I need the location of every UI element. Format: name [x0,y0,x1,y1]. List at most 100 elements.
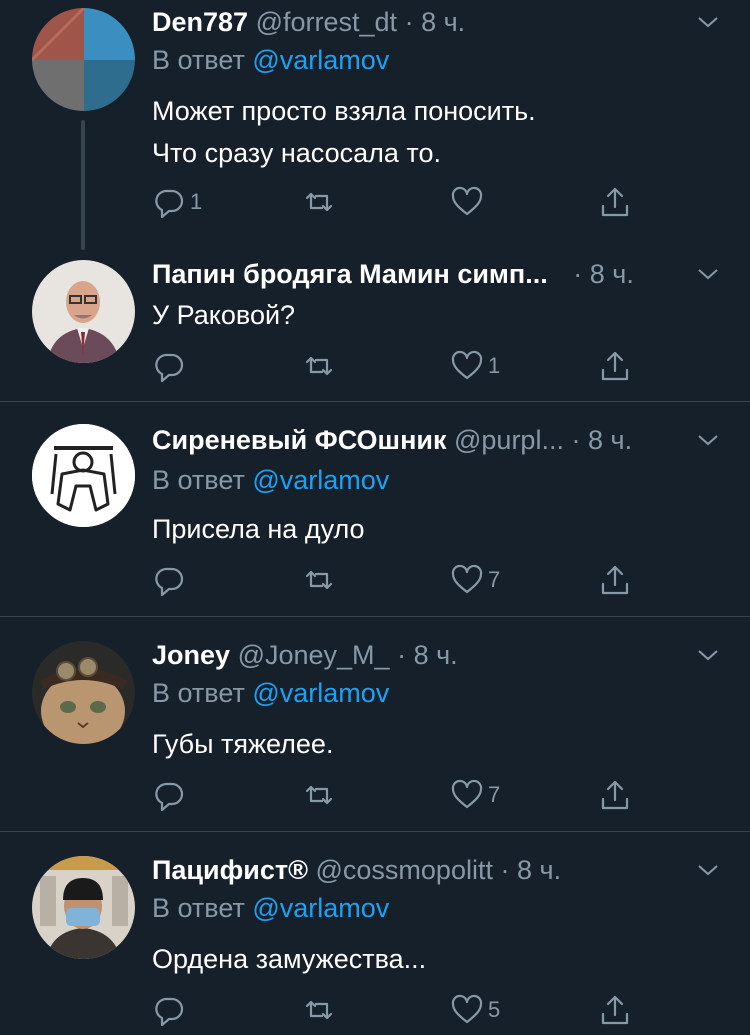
tweet-5[interactable]: Пацифист® @cossmopolitt · 8 ч. В ответ @… [0,832,750,1035]
reply-prefix: В ответ [152,45,245,75]
like-button[interactable]: 7 [450,560,500,600]
reply-button[interactable] [152,775,190,815]
retweet-button[interactable] [302,182,336,222]
timestamp[interactable]: 8 ч. [414,640,458,670]
tweet-actions: 7 [152,560,642,600]
retweet-icon [305,356,333,376]
heart-icon [451,350,483,380]
timestamp[interactable]: 8 ч. [421,7,465,37]
chevron-down-icon[interactable] [696,643,720,667]
reply-icon [155,189,184,219]
like-button[interactable]: 7 [450,775,500,815]
retweet-button[interactable] [302,775,336,815]
reply-button[interactable]: 1 [152,182,202,222]
reply-context: В ответ @varlamov [152,42,389,78]
timestamp[interactable]: 8 ч. [588,425,632,455]
share-icon [601,780,629,810]
chevron-down-icon[interactable] [696,10,720,34]
like-button[interactable]: 5 [450,990,500,1030]
reply-icon [155,567,184,597]
share-icon [601,995,629,1025]
tweet-text: Может просто взяла поносить. Что сразу н… [152,90,710,174]
share-button[interactable] [598,775,632,815]
tweet-text-line: Что сразу насосала то. [152,138,441,168]
separator-dot: · [404,7,414,37]
user-handle[interactable]: @Joney_M_ [238,640,390,670]
chevron-down-icon[interactable] [696,858,720,882]
avatar-image [32,260,135,363]
reply-context: В ответ @varlamov [152,890,389,926]
reply-button[interactable] [152,990,190,1030]
thread-line [81,120,85,250]
reply-mention-link[interactable]: @varlamov [252,893,389,923]
share-button[interactable] [598,346,632,386]
tweet-text-line: Может просто взяла поносить. [152,96,536,126]
share-icon [601,565,629,595]
tweet-text-line: Присела на дуло [152,514,365,544]
tweet-text: Присела на дуло [152,508,710,550]
reply-prefix: В ответ [152,678,245,708]
avatar-image [32,641,135,744]
tweet-header: Joney @Joney_M_ · 8 ч. [152,637,680,673]
tweet-2[interactable]: Папин бродяга Мамин симп... · 8 ч. У Рак… [0,250,750,400]
avatar[interactable] [32,641,135,744]
reply-mention-link[interactable]: @varlamov [252,678,389,708]
reply-prefix: В ответ [152,465,245,495]
tweet-header: Сиреневый ФСОшник @purpl... · 8 ч. [152,422,680,458]
display-name[interactable]: Сиреневый ФСОшник [152,425,446,455]
user-handle[interactable]: @purpl... [454,425,564,455]
share-button[interactable] [598,182,632,222]
tweet-text-line: Губы тяжелее. [152,729,334,759]
display-name[interactable]: Joney [152,640,230,670]
tweet-3[interactable]: Сиреневый ФСОшник @purpl... · 8 ч. В отв… [0,402,750,616]
tweet-text-line: У Раковой? [152,300,296,330]
retweet-icon [305,785,333,805]
timestamp[interactable]: 8 ч. [590,259,634,289]
reply-mention-link[interactable]: @varlamov [252,465,389,495]
chevron-down-icon[interactable] [696,428,720,452]
display-name[interactable]: Den787 [152,7,248,37]
like-button[interactable]: 1 [450,346,500,386]
user-handle[interactable]: @cossmopolitt [316,855,493,885]
reply-mention-link[interactable]: @varlamov [252,45,389,75]
reply-button[interactable] [152,346,190,386]
tweet-actions: 1 [152,346,642,386]
tweet-header: Den787 @forrest_dt · 8 ч. [152,4,680,40]
separator-dot: · [397,640,407,670]
heart-icon [451,564,483,594]
retweet-icon [305,570,333,590]
avatar[interactable] [32,8,135,111]
avatar[interactable] [32,260,135,363]
user-handle[interactable]: @forrest_dt [256,7,397,37]
reply-context: В ответ @varlamov [152,675,389,711]
retweet-button[interactable] [302,990,336,1030]
reply-count: 1 [190,189,203,214]
tweet-4[interactable]: Joney @Joney_M_ · 8 ч. В ответ @varlamov… [0,617,750,831]
tweet-actions: 5 [152,990,642,1030]
tweet-1[interactable]: Den787 @forrest_dt · 8 ч. В ответ @varla… [0,0,750,250]
retweet-button[interactable] [302,346,336,386]
chevron-down-icon[interactable] [696,262,720,286]
avatar[interactable] [32,856,135,959]
retweet-button[interactable] [302,560,336,600]
display-name[interactable]: Папин бродяга Мамин симп... [152,259,548,289]
display-name[interactable]: Пацифист® [152,855,308,885]
heart-icon [451,779,483,809]
reply-icon [155,782,184,812]
like-count: 7 [488,567,501,592]
tweet-text: Губы тяжелее. [152,723,710,765]
tweet-actions: 1 [152,182,642,222]
timestamp[interactable]: 8 ч. [517,855,561,885]
share-icon [601,187,629,217]
avatar[interactable] [32,424,135,527]
separator-dot: · [500,855,510,885]
avatar-image [32,424,135,527]
share-button[interactable] [598,560,632,600]
reply-icon [155,353,184,383]
retweet-icon [305,192,333,212]
like-button[interactable] [450,182,488,222]
reply-button[interactable] [152,560,190,600]
share-icon [601,351,629,381]
share-button[interactable] [598,990,632,1030]
tweet-text-line: Ордена замужества... [152,944,427,974]
